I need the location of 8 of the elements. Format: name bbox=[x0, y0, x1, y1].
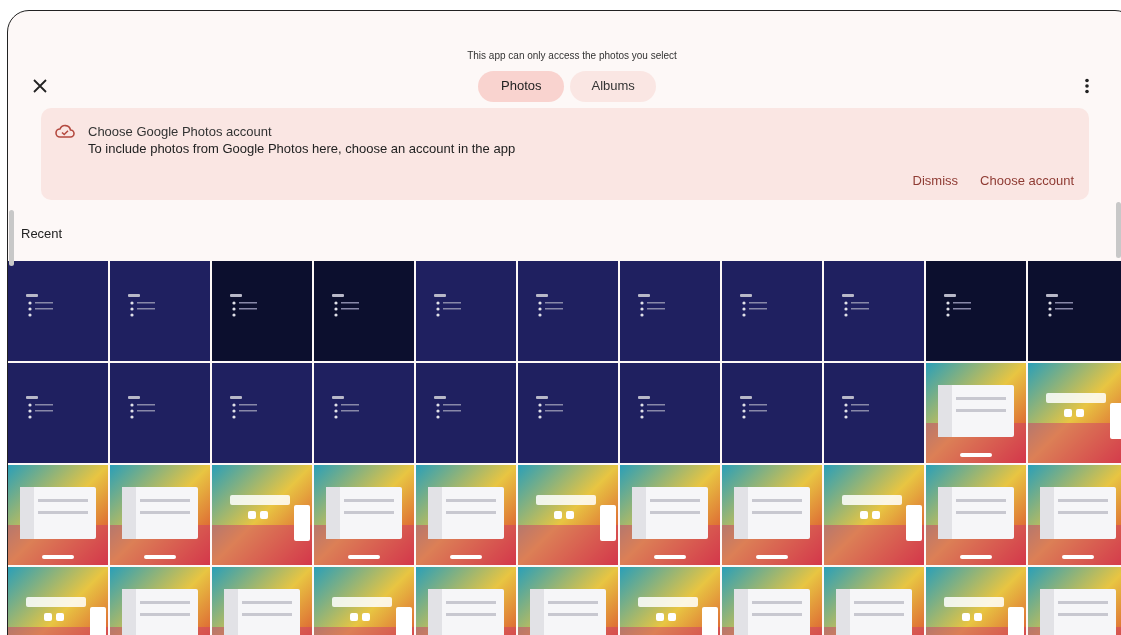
section-heading: Recent bbox=[21, 225, 64, 243]
tab[interactable]: Photos bbox=[478, 70, 565, 102]
banner-text: To include photos from Google Photos here, choose an account in the app bbox=[88, 140, 516, 158]
text-button[interactable]: Choose account bbox=[973, 168, 1081, 194]
banner-title: Choose Google Photos account bbox=[88, 123, 272, 141]
text-button[interactable]: Dismiss bbox=[905, 168, 966, 194]
access-notice: This app can only access the photos you select bbox=[466, 49, 678, 63]
tab[interactable]: Albums bbox=[570, 70, 656, 102]
